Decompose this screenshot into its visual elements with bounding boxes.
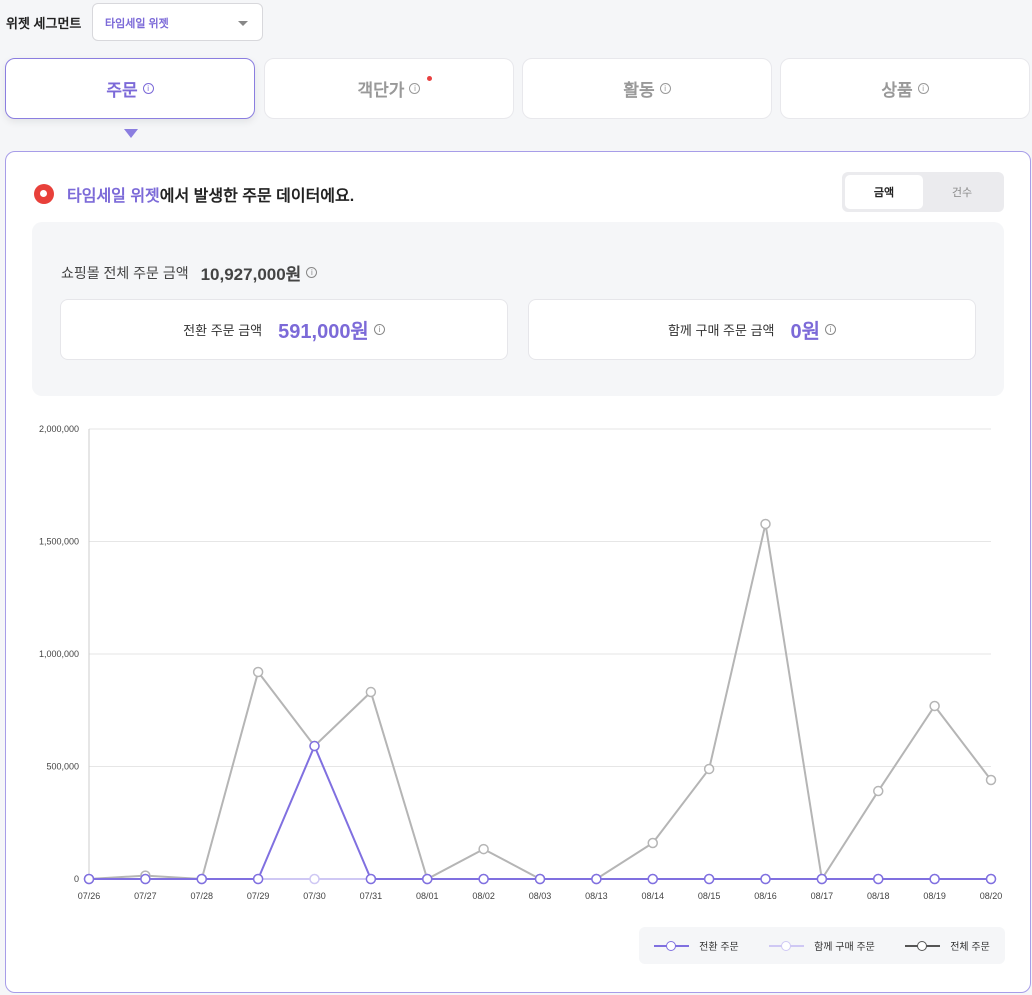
data-point <box>478 843 489 855</box>
data-point <box>591 873 602 885</box>
info-icon[interactable]: i <box>409 83 421 94</box>
legend-line-icon <box>905 940 941 952</box>
data-point <box>365 873 377 885</box>
x-tick-label: 07/28 <box>190 891 213 901</box>
segment-select[interactable]: 타임세일 위젯 <box>92 3 263 41</box>
data-point <box>760 873 771 885</box>
x-tick-label: 07/27 <box>134 891 157 901</box>
x-tick-label: 08/14 <box>641 891 664 901</box>
data-point <box>83 873 95 885</box>
x-tick-label: 08/13 <box>585 891 608 901</box>
chart-legend: 전환 주문 함께 구매 주문 전체 주문 <box>639 927 1005 964</box>
legend-label: 전환 주문 <box>699 942 739 953</box>
data-point <box>760 518 771 530</box>
legend-together[interactable]: 함께 구매 주문 <box>769 938 875 953</box>
tab-label: 활동 <box>623 81 655 100</box>
data-point <box>140 873 151 885</box>
x-tick-label: 08/19 <box>923 891 946 901</box>
orders-line-chart: 0 500,000 1,000,000 1,500,000 2,000,000 07/26… <box>39 424 1003 901</box>
data-point <box>647 837 658 849</box>
x-tick-label: 08/18 <box>867 891 890 901</box>
segment-selected: 타임세일 위젯 <box>105 18 169 30</box>
tab-products[interactable]: 상품 i <box>780 58 1030 119</box>
y-tick-label: 500,000 <box>46 762 79 772</box>
y-tick-label: 0 <box>74 874 79 884</box>
x-tick-label: 07/26 <box>78 891 101 901</box>
y-tick-label: 1,000,000 <box>39 649 79 659</box>
x-tick-label: 07/31 <box>360 891 383 901</box>
y-tick-label: 1,500,000 <box>39 537 79 547</box>
data-point <box>985 873 997 885</box>
tab-activity[interactable]: 활동 i <box>522 58 772 119</box>
info-icon[interactable]: i <box>142 83 154 94</box>
legend-line-icon <box>769 940 805 952</box>
data-point <box>647 873 658 885</box>
data-point <box>703 763 715 775</box>
data-point <box>703 873 715 885</box>
info-icon[interactable]: i <box>917 83 929 94</box>
x-tick-label: 08/20 <box>980 891 1003 901</box>
tab-label: 상품 <box>881 81 913 100</box>
tab-label: 주문 <box>106 81 138 100</box>
data-point <box>534 873 546 885</box>
segment-label: 위젯 세그먼트 <box>6 16 82 31</box>
data-point <box>873 873 884 885</box>
data-point <box>478 873 489 885</box>
data-point <box>929 873 940 885</box>
tab-orders[interactable]: 주문 i <box>5 58 255 119</box>
x-tick-label: 08/03 <box>529 891 552 901</box>
chevron-down-icon <box>238 21 248 26</box>
data-point <box>309 740 320 752</box>
x-tick-label: 08/15 <box>698 891 721 901</box>
tab-label: 객단가 <box>357 81 405 100</box>
series-line <box>88 523 992 882</box>
x-tick-label: 08/17 <box>811 891 834 901</box>
x-tick-label: 08/16 <box>754 891 777 901</box>
legend-label: 전체 주문 <box>950 942 990 953</box>
legend-label: 함께 구매 주문 <box>814 942 875 953</box>
data-point <box>252 666 264 678</box>
data-point <box>252 873 264 885</box>
info-icon[interactable]: i <box>659 83 671 94</box>
data-point <box>309 873 320 885</box>
legend-line-icon <box>654 940 690 952</box>
x-tick-label: 08/02 <box>472 891 495 901</box>
data-point <box>985 774 997 786</box>
data-point <box>422 873 433 885</box>
y-tick-label: 2,000,000 <box>39 424 79 434</box>
data-point <box>929 700 940 712</box>
data-point <box>873 785 884 797</box>
data-point <box>196 873 207 885</box>
series-line <box>89 743 991 880</box>
x-tick-label: 08/01 <box>416 891 439 901</box>
active-tab-pointer <box>124 129 138 138</box>
orders-panel: 타임세일 위젯 에서 발생한 주문 데이터에요. 금액 건수 쇼핑몰 전체 주문 … <box>5 151 1031 993</box>
new-badge-dot <box>427 76 432 81</box>
legend-conversion[interactable]: 전환 주문 <box>654 938 739 953</box>
data-point <box>365 686 377 698</box>
data-point <box>816 873 828 885</box>
x-tick-label: 07/29 <box>247 891 270 901</box>
tab-avg-order-value[interactable]: 객단가 i <box>264 58 514 119</box>
x-tick-label: 07/30 <box>303 891 326 901</box>
legend-total[interactable]: 전체 주문 <box>905 938 990 953</box>
